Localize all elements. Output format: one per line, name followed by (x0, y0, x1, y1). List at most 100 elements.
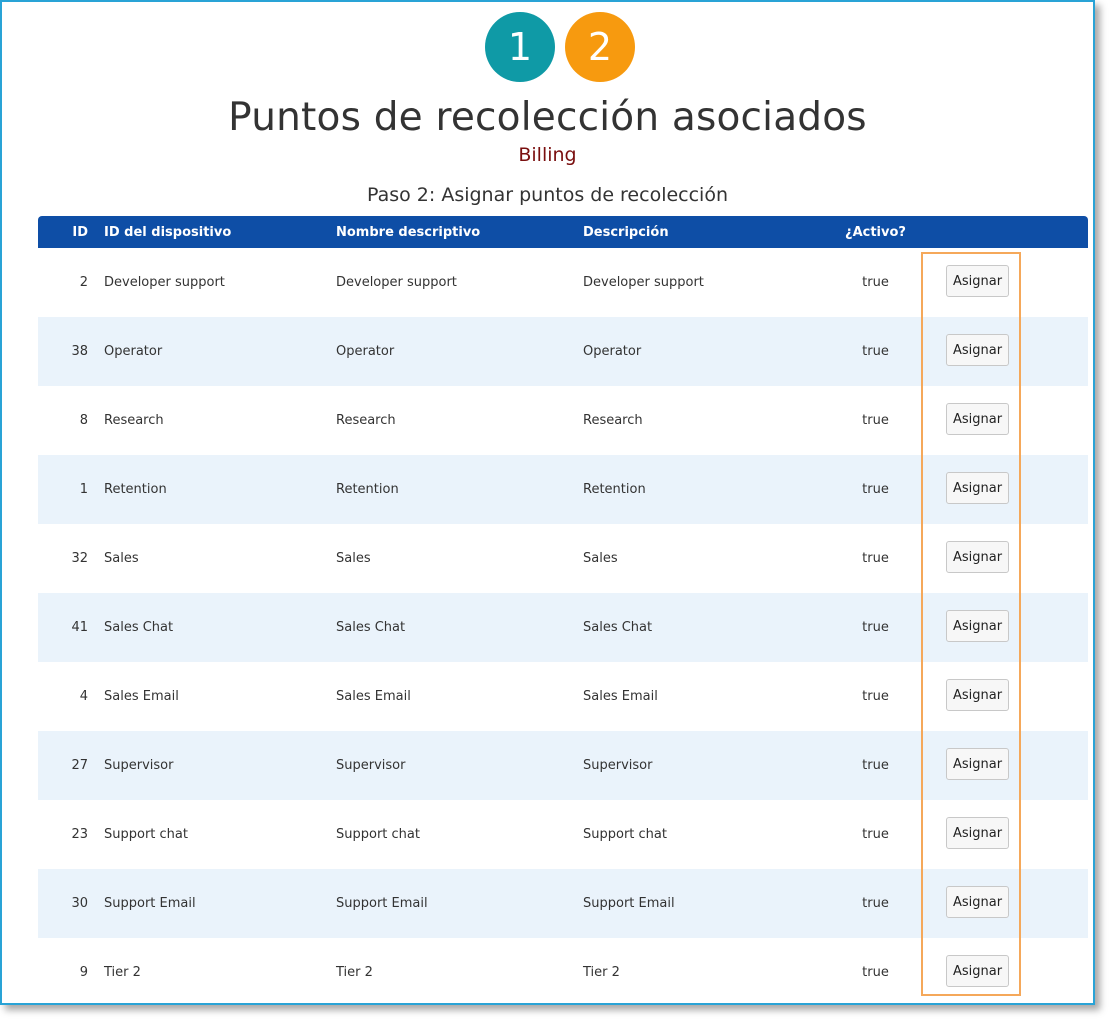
row-id: 30 (38, 869, 104, 938)
header-actions (908, 216, 1088, 248)
row-id: 23 (71, 827, 88, 842)
table-row[interactable]: 2 Developer support Developer support Devel… (38, 248, 1088, 317)
row-id: 32 (71, 551, 88, 566)
row-device-id: Retention (104, 455, 336, 524)
table-row[interactable]: 1 Retention Retention Retention true Asignar (38, 455, 1088, 524)
row-id: 4 (79, 689, 88, 704)
row-actions: Asignar (908, 800, 1088, 869)
row-active: true (862, 689, 889, 704)
row-actions: Asignar (908, 938, 1088, 1007)
row-description: Research (583, 413, 643, 428)
row-description: Sales (583, 551, 618, 566)
assign-button[interactable]: Asignar (946, 333, 1009, 366)
header-descriptive-name[interactable]: Nombre descriptivo (336, 216, 583, 248)
row-actions: Asignar (908, 524, 1088, 593)
assign-button[interactable]: Asignar (946, 954, 1009, 987)
row-id: 38 (38, 317, 104, 386)
assign-button[interactable]: Asignar (946, 264, 1009, 297)
row-active: true (862, 413, 889, 428)
row-description: Developer support (583, 275, 704, 290)
table-row[interactable]: 23 Support chat Support chat Support chat tr… (38, 800, 1088, 869)
table-row[interactable]: 27 Supervisor Supervisor Supervisor true Asig… (38, 731, 1088, 800)
row-active: true (862, 551, 889, 566)
row-descriptive-name: Developer support (336, 275, 457, 290)
row-descriptive-name: Sales Chat (336, 593, 583, 662)
row-actions: Asignar (908, 317, 1088, 386)
row-id: 2 (79, 275, 88, 290)
step-1-indicator[interactable]: 1 (485, 12, 555, 82)
assign-button[interactable]: Asignar (946, 471, 1009, 504)
table-row[interactable]: 9 Tier 2 Tier 2 Tier 2 true Asignar (38, 938, 1088, 1007)
table-row[interactable]: 8 Research Research Research true Asignar (38, 386, 1088, 455)
row-id: 9 (79, 965, 88, 980)
row-active: true (862, 275, 889, 290)
row-description: Retention (583, 455, 843, 524)
row-device-id: Sales (104, 551, 139, 566)
row-active: true (843, 731, 908, 800)
row-active: true (843, 869, 908, 938)
row-device-id: Support chat (104, 827, 188, 842)
step-label: Paso 2: Asignar puntos de recolección (366, 184, 729, 206)
row-description: Support Email (583, 869, 843, 938)
row-device-id: Tier 2 (104, 965, 141, 980)
row-descriptive-name: Research (336, 413, 396, 428)
header-description[interactable]: Descripción (583, 216, 843, 248)
row-active: true (862, 965, 889, 980)
row-descriptive-name: Sales Email (336, 689, 411, 704)
row-descriptive-name: Operator (336, 317, 583, 386)
step-2-indicator[interactable]: 2 (565, 12, 635, 82)
row-description: Support chat (583, 827, 667, 842)
row-active: true (843, 455, 908, 524)
row-descriptive-name: Tier 2 (336, 965, 373, 980)
row-device-id: Sales Chat (104, 593, 336, 662)
assign-button[interactable]: Asignar (946, 816, 1009, 849)
row-description: Sales Email (583, 689, 658, 704)
wizard-steps: 1 2 (2, 12, 1093, 84)
row-device-id: Developer support (104, 275, 225, 290)
row-device-id: Research (104, 413, 164, 428)
queue-name: Billing (518, 144, 577, 166)
row-descriptive-name: Sales (336, 551, 371, 566)
row-actions: Asignar (908, 455, 1088, 524)
row-descriptive-name: Support chat (336, 827, 420, 842)
table-row[interactable]: 30 Support Email Support Email Support Emai… (38, 869, 1088, 938)
header-active[interactable]: ¿Activo? (843, 216, 908, 248)
table-header: ID ID del dispositivo Nombre descriptivo… (38, 216, 1088, 248)
table-body: 2 Developer support Developer support Devel… (38, 248, 1088, 1007)
assign-button[interactable]: Asignar (946, 678, 1009, 711)
assign-button[interactable]: Asignar (946, 747, 1009, 780)
row-device-id: Operator (104, 317, 336, 386)
row-actions: Asignar (908, 248, 1088, 317)
collection-points-table: ID ID del dispositivo Nombre descriptivo… (38, 216, 1088, 1007)
row-device-id: Supervisor (104, 731, 336, 800)
row-descriptive-name: Support Email (336, 869, 583, 938)
row-descriptive-name: Retention (336, 455, 583, 524)
header-row: ID ID del dispositivo Nombre descriptivo… (38, 216, 1088, 248)
row-device-id: Support Email (104, 869, 336, 938)
row-description: Supervisor (583, 731, 843, 800)
row-active: true (843, 317, 908, 386)
row-device-id: Sales Email (104, 689, 179, 704)
row-actions: Asignar (908, 593, 1088, 662)
row-description: Tier 2 (583, 965, 620, 980)
row-id: 27 (38, 731, 104, 800)
row-active: true (862, 827, 889, 842)
row-actions: Asignar (908, 731, 1088, 800)
table-row[interactable]: 41 Sales Chat Sales Chat Sales Chat true Asig… (38, 593, 1088, 662)
header-device-id[interactable]: ID del dispositivo (104, 216, 336, 248)
header-id[interactable]: ID (38, 216, 104, 248)
assign-button[interactable]: Asignar (946, 609, 1009, 642)
table-row[interactable]: 4 Sales Email Sales Email Sales Email true As… (38, 662, 1088, 731)
row-actions: Asignar (908, 386, 1088, 455)
row-id: 8 (79, 413, 88, 428)
row-id: 1 (38, 455, 104, 524)
assign-button[interactable]: Asignar (946, 402, 1009, 435)
row-active: true (843, 593, 908, 662)
assign-button[interactable]: Asignar (946, 885, 1009, 918)
row-actions: Asignar (908, 662, 1088, 731)
table-row[interactable]: 38 Operator Operator Operator true Asignar (38, 317, 1088, 386)
assign-button[interactable]: Asignar (946, 540, 1009, 573)
row-description: Sales Chat (583, 593, 843, 662)
row-actions: Asignar (908, 869, 1088, 938)
table-row[interactable]: 32 Sales Sales Sales true Asignar (38, 524, 1088, 593)
